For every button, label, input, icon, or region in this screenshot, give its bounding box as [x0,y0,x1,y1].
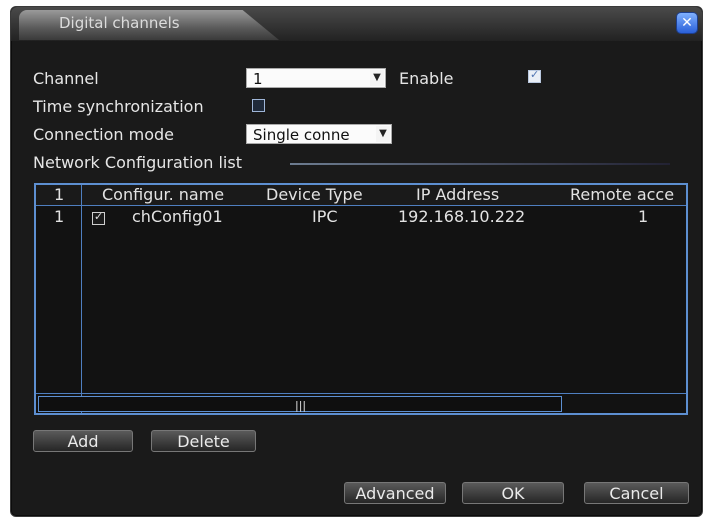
cancel-button[interactable]: Cancel [584,482,689,504]
time-sync-checkbox[interactable] [252,99,265,112]
enable-label: Enable [399,69,454,88]
digital-channels-dialog: Digital channels ✕ Channel 1 ▼ Enable Ti… [10,6,703,517]
header-remote-access[interactable]: Remote acce [570,185,674,204]
network-config-list-title: Network Configuration list [33,153,242,172]
delete-button[interactable]: Delete [151,430,256,452]
header-device-type[interactable]: Device Type [266,185,363,204]
title-bar: Digital channels ✕ [11,7,702,41]
time-sync-label: Time synchronization [33,97,204,116]
channel-value: 1 [253,70,263,88]
header-index[interactable]: 1 [54,185,64,204]
connection-mode-label: Connection mode [33,125,174,144]
dialog-title: Digital channels [59,14,180,32]
connection-mode-select[interactable]: Single conne ▼ [246,124,392,144]
chevron-down-icon: ▼ [370,70,384,86]
row-index: 1 [54,207,65,226]
enable-checkbox[interactable] [528,68,541,83]
horizontal-scrollbar[interactable]: ||| [36,393,686,414]
table-row[interactable]: 1 chConfig01 IPC 192.168.10.222 1 [36,207,686,229]
advanced-button[interactable]: Advanced [344,482,446,504]
channel-label: Channel [33,69,99,88]
ok-button[interactable]: OK [462,482,564,504]
scrollbar-thumb[interactable]: ||| [38,396,562,412]
row-remote-access: 1 [638,207,649,226]
connection-mode-value: Single conne [253,126,350,144]
grip-icon: ||| [295,399,307,412]
row-config-name: chConfig01 [132,207,223,226]
chevron-down-icon: ▼ [376,126,390,142]
row-device-type: IPC [312,207,338,226]
network-config-table: 1 Configur. name Device Type IP Address … [34,183,688,415]
header-ip-address[interactable]: IP Address [416,185,499,204]
header-config-name[interactable]: Configur. name [102,185,224,204]
add-button[interactable]: Add [33,430,133,452]
table-header: 1 Configur. name Device Type IP Address … [36,185,686,206]
section-divider [290,163,670,165]
row-checkbox[interactable] [92,210,105,225]
channel-select[interactable]: 1 ▼ [246,68,386,88]
close-icon[interactable]: ✕ [677,13,697,33]
row-ip-address: 192.168.10.222 [398,207,526,226]
